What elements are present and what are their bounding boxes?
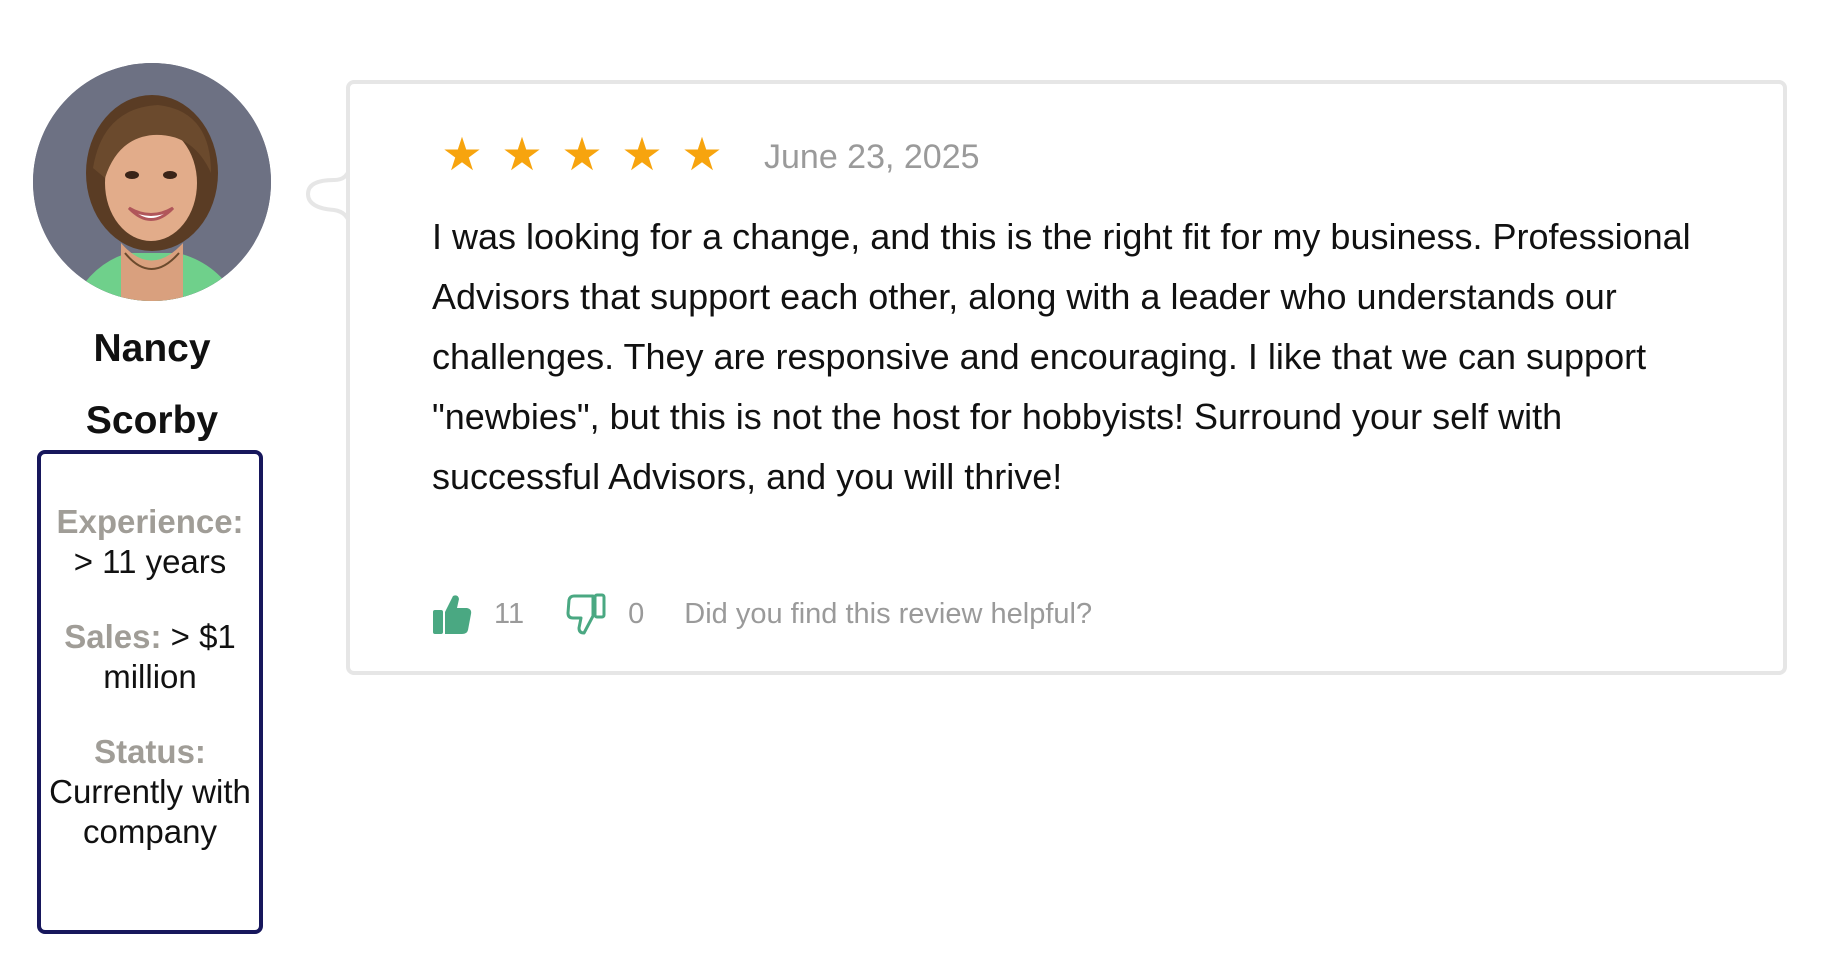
helpful-question: Did you find this review helpful? bbox=[684, 597, 1093, 630]
avatar bbox=[33, 63, 271, 301]
review-page: Nancy Scorby Experience: > 11 years Sale… bbox=[0, 0, 1835, 959]
helpful-down-count: 0 bbox=[628, 597, 645, 630]
review-date: June 23, 2025 bbox=[764, 137, 980, 176]
star-icon: ★ bbox=[621, 128, 663, 180]
stat-label: Status: bbox=[94, 733, 206, 770]
reviewer-first-name: Nancy bbox=[93, 327, 211, 370]
stat-experience: Experience: > 11 years bbox=[41, 502, 259, 582]
star-icon: ★ bbox=[441, 128, 483, 180]
helpful-down-button[interactable]: 0 bbox=[566, 593, 644, 635]
star-icon: ★ bbox=[501, 128, 543, 180]
thumbs-down-icon bbox=[566, 593, 606, 635]
stat-label: Sales: bbox=[64, 618, 162, 655]
reviewer-name: Nancy Scorby bbox=[30, 313, 274, 457]
star-icon: ★ bbox=[681, 128, 723, 180]
helpful-up-count: 11 bbox=[494, 597, 525, 630]
star-icon: ★ bbox=[561, 128, 603, 180]
helpful-up-button[interactable]: 11 bbox=[432, 593, 524, 635]
stat-value: > 11 years bbox=[73, 543, 227, 580]
review-text: I was looking for a change, and this is … bbox=[432, 216, 1691, 497]
helpful-row: 11 0 Did you find this review helpful? bbox=[432, 589, 1092, 639]
stat-label: Experience: bbox=[56, 503, 244, 540]
reviewer-last-name: Scorby bbox=[85, 399, 219, 442]
stat-value: Currently with company bbox=[49, 773, 251, 850]
avatar-image bbox=[33, 63, 271, 301]
reviewer-stats-box: Experience: > 11 years Sales: > $1 milli… bbox=[37, 450, 263, 934]
stat-sales: Sales: > $1 million bbox=[41, 617, 259, 697]
stat-status: Status: Currently with company bbox=[41, 732, 259, 852]
thumbs-up-icon bbox=[433, 595, 472, 634]
review-card: ★ ★ ★ ★ ★ June 23, 2025 I was looking fo… bbox=[346, 80, 1787, 675]
rating-row: ★ ★ ★ ★ ★ June 23, 2025 bbox=[432, 124, 980, 184]
